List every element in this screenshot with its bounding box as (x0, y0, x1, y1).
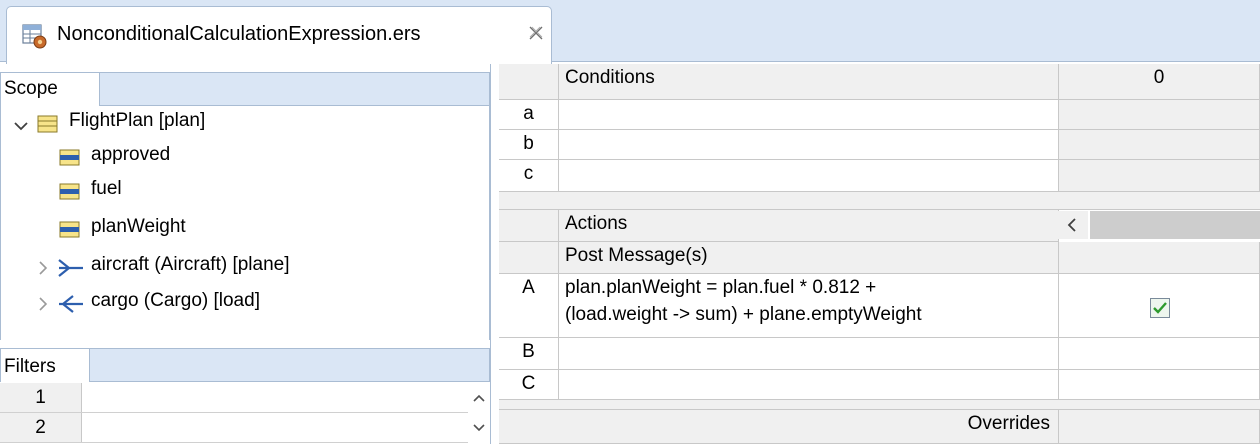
action-row-label: B (499, 338, 559, 370)
attribute-icon (59, 149, 80, 166)
grid-corner (499, 210, 559, 242)
action-row-label: A (499, 274, 559, 338)
conditions-header: Conditions (559, 64, 1059, 100)
filters-scrollbar[interactable] (468, 382, 490, 444)
post-message-header: Post Message(s) (559, 242, 1059, 274)
actions-header: Actions (559, 210, 1059, 242)
scope-tab[interactable]: Scope (0, 72, 100, 106)
scope-tab-label: Scope (4, 78, 58, 99)
chevron-down-icon[interactable] (13, 118, 29, 134)
column-header-0[interactable]: 0 (1059, 64, 1260, 100)
condition-value-cell[interactable] (1059, 130, 1260, 160)
pane-divider[interactable] (490, 64, 498, 444)
close-icon[interactable] (527, 24, 545, 42)
condition-row-label: c (499, 160, 559, 192)
tree-item-approved[interactable]: approved (1, 144, 491, 174)
action-expression-line1: plan.planWeight = plan.fuel * 0.812 + (565, 277, 877, 298)
editor-tab[interactable]: NonconditionalCalculationExpression.ers (6, 6, 552, 64)
condition-value-cell[interactable] (1059, 160, 1260, 192)
filter-cell[interactable] (82, 413, 470, 442)
scope-tree: FlightPlan [plan] approved fuel planWeig… (0, 106, 490, 340)
horizontal-scrollbar[interactable] (1090, 211, 1260, 239)
condition-row-label: a (499, 100, 559, 130)
filter-row[interactable]: 2 (0, 413, 490, 443)
chevron-right-icon[interactable] (35, 296, 51, 312)
chevron-right-icon[interactable] (35, 260, 51, 276)
tree-item-label: aircraft (Aircraft) [plane] (91, 254, 290, 275)
tree-item-aircraft[interactable]: aircraft (Aircraft) [plane] (1, 254, 491, 284)
action-row-label: C (499, 370, 559, 400)
filters-tab[interactable]: Filters (0, 348, 90, 382)
action-expression-line2: (load.weight -> sum) + plane.emptyWeight (565, 304, 922, 325)
editor-tab-bar: NonconditionalCalculationExpression.ers (0, 0, 1260, 64)
filter-row[interactable]: 1 (0, 383, 490, 413)
action-expression-cell[interactable] (559, 370, 1059, 400)
tree-item-fuel[interactable]: fuel (1, 178, 491, 208)
chevron-up-icon[interactable] (472, 392, 486, 404)
tree-item-flightplan[interactable]: FlightPlan [plan] (1, 110, 491, 140)
condition-cell[interactable] (559, 130, 1059, 160)
filters-tab-label: Filters (4, 356, 56, 377)
tree-item-label: FlightPlan [plan] (69, 110, 206, 131)
ruleset-file-icon (22, 24, 47, 49)
chevron-left-icon[interactable] (1058, 211, 1088, 239)
attribute-icon (59, 221, 80, 238)
tree-item-planweight[interactable]: planWeight (1, 216, 491, 246)
tab-title: NonconditionalCalculationExpression.ers (57, 23, 421, 45)
entity-icon (37, 115, 58, 133)
overrides-value-cell[interactable] (1059, 410, 1260, 444)
tree-item-label: fuel (91, 178, 122, 199)
condition-cell[interactable] (559, 160, 1059, 192)
chevron-down-icon[interactable] (472, 422, 486, 434)
condition-cell[interactable] (559, 100, 1059, 130)
tree-item-label: planWeight (91, 216, 186, 237)
filter-row-number: 2 (0, 413, 82, 442)
condition-value-cell[interactable] (1059, 100, 1260, 130)
filter-cell[interactable] (82, 383, 470, 412)
filter-row-number: 1 (0, 383, 82, 412)
tree-item-label: cargo (Cargo) [load] (91, 290, 260, 311)
association-incoming-icon (59, 295, 83, 313)
section-separator (499, 400, 1260, 410)
overrides-row-header: Overrides (499, 410, 1059, 444)
tree-item-cargo[interactable]: cargo (Cargo) [load] (1, 290, 491, 320)
tree-item-label: approved (91, 144, 171, 165)
attribute-icon (59, 183, 80, 200)
action-enabled-checkbox[interactable] (1150, 298, 1170, 318)
action-value-cell[interactable] (1059, 338, 1260, 370)
action-expression-cell[interactable] (559, 338, 1059, 370)
association-outgoing-icon (58, 259, 83, 277)
grid-corner (499, 242, 559, 274)
section-separator (499, 192, 1260, 210)
action-value-cell[interactable] (1059, 370, 1260, 400)
action-expression-cell[interactable]: plan.planWeight = plan.fuel * 0.812 + (l… (559, 274, 1059, 338)
condition-row-label: b (499, 130, 559, 160)
checkmark-icon (1153, 302, 1167, 314)
post-message-value-cell[interactable] (1059, 242, 1260, 274)
grid-corner (499, 64, 559, 100)
